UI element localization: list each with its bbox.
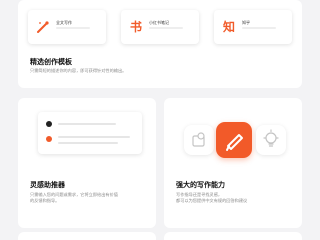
user-avatar-icon xyxy=(46,121,52,127)
pen-icon xyxy=(35,19,51,35)
template-item-label: 全文写作 xyxy=(56,20,72,25)
chat-line xyxy=(58,142,118,144)
template-item-placeholder xyxy=(56,27,90,29)
writing-title: 强大的写作能力 xyxy=(176,181,225,189)
chat-preview xyxy=(38,112,142,154)
image-icon xyxy=(192,132,205,147)
template-item-placeholder xyxy=(242,27,276,29)
templates-card: 全文写作 书 小红书笔记 知 知乎 精选创作模板 只需简短的描述你的内容，即可获… xyxy=(18,0,302,88)
template-item-fulltext[interactable]: 全文写作 xyxy=(28,10,106,44)
assistant-avatar-icon xyxy=(46,136,52,142)
template-item-placeholder xyxy=(149,27,183,29)
writing-card: 强大的写作能力 写作指导还是寻找灵感， 都可以为您提供中文有规的回答和建议 xyxy=(164,98,302,228)
template-item-label: 知乎 xyxy=(242,20,250,25)
inspiration-title: 灵感助推器 xyxy=(30,181,65,189)
inspiration-card: 灵感助推器 只需输入您的问题或需求，它将立即给出有价值 的反馈和指导。 xyxy=(18,98,156,228)
next-card-left xyxy=(18,232,156,240)
image-tool-button[interactable] xyxy=(184,125,214,155)
book-icon: 书 xyxy=(129,20,142,34)
template-list: 全文写作 书 小红书笔记 知 知乎 xyxy=(28,10,292,44)
pencil-icon xyxy=(226,134,243,151)
idea-tool-button[interactable] xyxy=(256,125,286,155)
template-item-label: 小红书笔记 xyxy=(149,20,169,25)
templates-description: 只需简短的描述你的内容，即可获得针对性的输出。 xyxy=(30,68,127,73)
writing-description-line2: 都可以为您提供中文有规的回答和建议 xyxy=(176,198,248,203)
template-item-xiaohongshu[interactable]: 书 小红书笔记 xyxy=(121,10,199,44)
lightbulb-icon xyxy=(263,129,279,147)
inspiration-description-line2: 的反馈和指导。 xyxy=(30,198,60,203)
next-card-right xyxy=(164,232,302,240)
chat-line xyxy=(58,123,116,125)
template-item-zhihu[interactable]: 知 知乎 xyxy=(214,10,292,44)
zhihu-icon: 知 xyxy=(222,20,235,34)
templates-title: 精选创作模板 xyxy=(30,58,72,66)
write-tool-button[interactable] xyxy=(216,122,252,158)
chat-line xyxy=(58,136,130,138)
